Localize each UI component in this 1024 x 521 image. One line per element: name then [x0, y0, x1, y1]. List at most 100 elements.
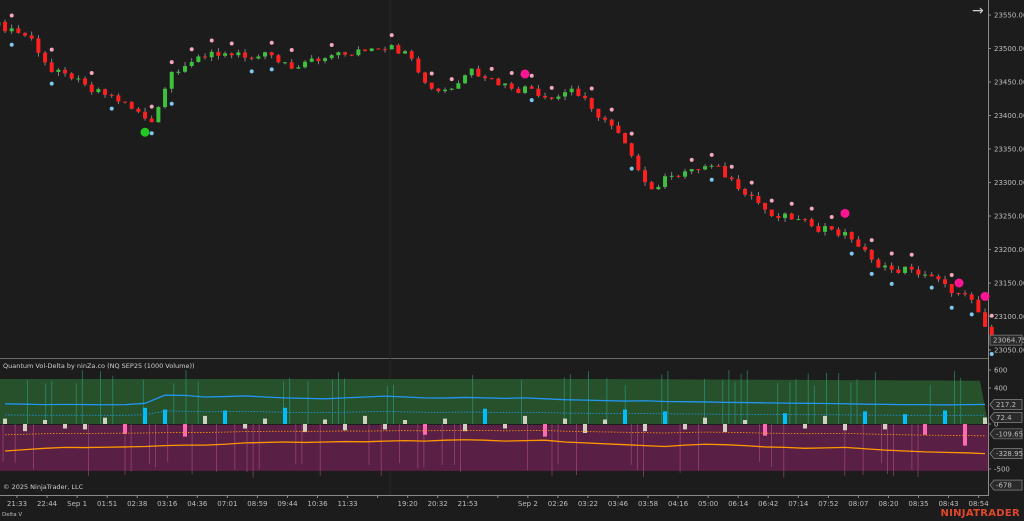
candle — [316, 56, 321, 65]
candle-body — [443, 89, 448, 92]
candle — [349, 54, 354, 57]
candle-body — [183, 65, 188, 72]
candle-body — [429, 82, 434, 89]
delta-bar — [483, 408, 487, 424]
candle-body — [296, 67, 301, 69]
delta-bar — [843, 424, 847, 431]
candle — [43, 50, 48, 66]
delta-bar — [83, 424, 87, 430]
x-tick-label: 08:59 — [247, 500, 267, 508]
candle — [603, 115, 608, 123]
candle — [676, 174, 681, 179]
candle-body — [563, 92, 568, 97]
candle — [509, 82, 514, 91]
candle — [49, 58, 54, 73]
candle — [696, 168, 701, 174]
y-tick-label: 23550.00 — [994, 12, 1024, 20]
delta-bar — [983, 417, 987, 424]
x-tick-label: 09:44 — [277, 500, 298, 508]
candle — [369, 48, 374, 52]
candle-body — [709, 165, 714, 167]
delta-bar — [943, 410, 947, 424]
candle-body — [203, 56, 208, 58]
candle — [669, 172, 674, 180]
support-dot — [49, 81, 54, 86]
value-label: 217.2 — [996, 401, 1016, 409]
candle — [869, 249, 874, 263]
candle-body — [3, 21, 8, 32]
y-tick-label: 23450.00 — [994, 79, 1024, 87]
candle-body — [836, 229, 841, 236]
candle-body — [63, 69, 68, 74]
candle-body — [89, 84, 94, 93]
candle — [36, 35, 41, 57]
candle — [409, 49, 414, 61]
candle-body — [809, 219, 814, 227]
candle — [843, 228, 848, 239]
candle — [183, 62, 188, 73]
candle — [423, 71, 428, 85]
delta-bar — [103, 417, 107, 424]
candle-body — [889, 265, 894, 270]
candle — [136, 107, 141, 114]
candle — [169, 71, 174, 93]
candle-body — [543, 95, 548, 98]
delta-bar — [243, 424, 247, 429]
candle — [443, 87, 448, 94]
candle-body — [376, 48, 381, 50]
candle — [616, 121, 621, 134]
candle — [836, 227, 841, 238]
support-dot — [869, 271, 874, 276]
candle-body — [869, 249, 874, 260]
support-dot — [709, 177, 714, 182]
y-tick-label: 23200.00 — [994, 246, 1024, 254]
delta-bar — [683, 424, 687, 430]
candle — [776, 213, 781, 222]
resistance-dot — [689, 157, 694, 162]
buy-signal-dot — [140, 127, 150, 137]
candle — [623, 132, 628, 144]
candle-body — [136, 108, 141, 112]
resistance-dot — [289, 48, 294, 53]
candle-body — [9, 28, 14, 32]
indicator-title: Quantum Vol-Delta by ninZa.co (NQ SEP25 … — [3, 362, 195, 370]
delta-bar — [3, 418, 7, 424]
value-label: -109.65 — [996, 430, 1023, 438]
candle — [69, 72, 74, 81]
candle-body — [883, 265, 888, 268]
candle-body — [383, 49, 388, 51]
support-dot — [269, 67, 274, 72]
candle-body — [476, 68, 481, 77]
price-chart[interactable]: 23550.00 23500.00 23450.00 23400.00 23350.00… — [0, 0, 1024, 521]
candle — [829, 226, 834, 231]
delta-bar — [203, 415, 207, 424]
candle-body — [416, 58, 421, 73]
candle-body — [736, 179, 741, 189]
x-tick-label: 05:00 — [698, 500, 718, 508]
candle-body — [49, 62, 54, 72]
candle-body — [716, 165, 721, 167]
resistance-dot — [89, 70, 94, 75]
candle — [416, 56, 421, 74]
candle-body — [109, 94, 114, 96]
candle-body — [216, 51, 221, 56]
candle — [729, 175, 734, 182]
arrow-right-icon[interactable]: → — [972, 3, 984, 19]
resistance-dot — [709, 152, 714, 157]
candle-body — [156, 107, 161, 123]
delta-bar — [823, 415, 827, 424]
x-tick-label: 20:32 — [428, 500, 448, 508]
candle — [436, 87, 441, 93]
resistance-dot — [729, 164, 734, 169]
x-tick-label: 10:36 — [307, 500, 328, 508]
candle-body — [663, 176, 668, 187]
delta-bar — [343, 424, 347, 431]
candle-body — [23, 32, 28, 36]
candle-body — [103, 89, 108, 95]
candle — [703, 164, 708, 171]
candle-body — [83, 78, 88, 85]
x-tick-label: 22:44 — [37, 500, 58, 508]
x-tick-label: Sep 2 — [518, 500, 538, 508]
candle-body — [223, 53, 228, 56]
candle — [563, 89, 568, 101]
